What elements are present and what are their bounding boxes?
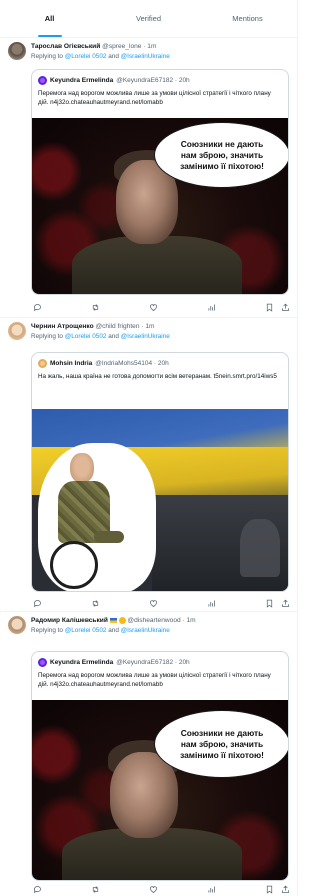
avatar[interactable]	[8, 42, 26, 60]
speech-bubble: Союзники не дають нам зброю, значить зам…	[154, 122, 288, 188]
tab-verified-label: Verified	[135, 14, 162, 23]
tweet[interactable]: Тарослав Огієвський @spree_lone · 1m Rep…	[0, 38, 297, 318]
views-icon[interactable]	[205, 301, 217, 313]
views-icon[interactable]	[205, 883, 217, 895]
replying-prefix: Replying to	[31, 53, 63, 60]
reply-user-link[interactable]: @Lorelei 0502	[65, 627, 107, 634]
replying-to: Replying to @Lorelei 0502 and @IsraelinU…	[31, 332, 170, 341]
quote-header: Keyundra Ermelinda @KeyundraE67182 · 20h	[38, 658, 282, 667]
quote-author-name: Keyundra Ermelinda	[50, 77, 114, 84]
reply-icon[interactable]	[31, 301, 43, 313]
reply-and: and	[108, 53, 119, 60]
reply-user-link[interactable]: @IsraelinUkraine	[121, 333, 170, 340]
replying-prefix: Replying to	[31, 333, 63, 340]
tab-all-label: All	[44, 14, 55, 23]
tab-mentions[interactable]: Mentions	[198, 0, 297, 37]
bubble-line: Союзники не дають	[180, 138, 264, 149]
avatar[interactable]	[8, 322, 26, 340]
tweet-header: Чернин Атрощенко @child frighten · 1m	[31, 322, 291, 331]
column-divider	[297, 0, 298, 896]
quote-text: На жаль, наша країна не готова допомогти…	[38, 373, 277, 380]
image-soldier-head	[70, 453, 94, 483]
tab-all[interactable]: All	[0, 0, 99, 37]
quoted-tweet[interactable]: Mohsin Indria @IndriaMohs54104 · 20h На …	[31, 352, 289, 592]
retweet-icon[interactable]	[89, 597, 101, 609]
author-handle: @child frighten · 1m	[95, 323, 155, 330]
reply-and: and	[108, 627, 119, 634]
views-icon[interactable]	[205, 597, 217, 609]
tweet-actions	[31, 301, 291, 313]
emoji-badge-icon	[118, 616, 126, 624]
quote-author-name: Keyundra Ermelinda	[50, 659, 114, 666]
quote-author-handle: @KeyundraE67182 · 20h	[116, 659, 190, 666]
reply-user-link[interactable]: @IsraelinUkraine	[121, 627, 170, 634]
quote-image[interactable]	[32, 409, 288, 591]
bookmark-icon[interactable]	[263, 883, 275, 895]
bubble-line: замінимо її піхотою!	[180, 160, 264, 171]
bubble-line: Союзники не дають	[180, 727, 264, 738]
tweet-actions	[31, 883, 291, 895]
author-handle: @disheartenwood · 1m	[127, 617, 196, 624]
reply-user-link[interactable]: @IsraelinUkraine	[121, 53, 170, 60]
quote-avatar	[38, 76, 47, 85]
quote-text: Перемога над ворогом можлива лише за умо…	[38, 672, 271, 689]
quote-avatar	[38, 658, 47, 667]
tweet[interactable]: Чернин Атрощенко @child frighten · 1m Re…	[0, 318, 297, 612]
tab-verified[interactable]: Verified	[99, 0, 198, 37]
reply-and: and	[108, 333, 119, 340]
retweet-icon[interactable]	[89, 301, 101, 313]
quote-header: Keyundra Ermelinda @KeyundraE67182 · 20h	[38, 76, 282, 85]
tweet-header: Тарослав Огієвський @spree_lone · 1m	[31, 42, 291, 51]
speech-bubble: Союзники не дають нам зброю, значить зам…	[154, 710, 288, 778]
like-icon[interactable]	[147, 883, 159, 895]
reply-icon[interactable]	[31, 597, 43, 609]
bookmark-icon[interactable]	[263, 301, 275, 313]
flag-badge-icon	[109, 617, 117, 623]
author-name[interactable]: Радомир Калішевський	[31, 617, 108, 624]
tab-mentions-label: Mentions	[232, 14, 263, 23]
quoted-tweet[interactable]: Keyundra Ermelinda @KeyundraE67182 · 20h…	[31, 69, 289, 295]
quote-author-name: Mohsin Indria	[50, 360, 93, 367]
quote-author-handle: @IndriaMohs54104 · 20h	[95, 360, 169, 367]
quote-image[interactable]: Союзники не дають нам зброю, значить зам…	[32, 700, 288, 880]
notifications-tabs: All Verified Mentions	[0, 0, 297, 38]
reply-user-link[interactable]: @Lorelei 0502	[65, 333, 107, 340]
image-figure-jacket	[72, 236, 242, 294]
bubble-line: нам зброю, значить	[180, 149, 264, 160]
reply-icon[interactable]	[31, 883, 43, 895]
avatar[interactable]	[8, 616, 26, 634]
reply-user-link[interactable]: @Lorelei 0502	[65, 53, 107, 60]
replying-to: Replying to @Lorelei 0502 and @IsraelinU…	[31, 626, 170, 635]
share-icon[interactable]	[279, 597, 291, 609]
author-name[interactable]: Чернин Атрощенко	[31, 323, 94, 330]
quote-text: Перемога над ворогом можлива лише за умо…	[38, 90, 271, 107]
replying-prefix: Replying to	[31, 627, 63, 634]
bubble-line: нам зброю, значить	[180, 738, 264, 749]
share-icon[interactable]	[279, 301, 291, 313]
retweet-icon[interactable]	[89, 883, 101, 895]
share-icon[interactable]	[279, 883, 291, 895]
like-icon[interactable]	[147, 597, 159, 609]
quote-header: Mohsin Indria @IndriaMohs54104 · 20h	[38, 359, 282, 368]
quote-image[interactable]: Союзники не дають нам зброю, значить зам…	[32, 118, 288, 294]
bubble-line: замінимо її піхотою!	[180, 749, 264, 760]
image-soldier-legs	[94, 531, 124, 543]
replying-to: Replying to @Lorelei 0502 and @IsraelinU…	[31, 52, 170, 61]
image-wheelchair-wheel	[50, 541, 98, 589]
tweet-actions	[31, 597, 291, 609]
tweet-header: Радомир Калішевський @disheartenwood · 1…	[31, 616, 291, 625]
quote-avatar	[38, 359, 47, 368]
author-handle: @spree_lone · 1m	[102, 43, 157, 50]
like-icon[interactable]	[147, 301, 159, 313]
quoted-tweet[interactable]: Keyundra Ermelinda @KeyundraE67182 · 20h…	[31, 651, 289, 881]
bookmark-icon[interactable]	[263, 597, 275, 609]
tweet[interactable]: Радомир Калішевський @disheartenwood · 1…	[0, 612, 297, 896]
image-second-figure	[240, 519, 280, 577]
quote-author-handle: @KeyundraE67182 · 20h	[116, 77, 190, 84]
author-name[interactable]: Тарослав Огієвський	[31, 43, 100, 50]
